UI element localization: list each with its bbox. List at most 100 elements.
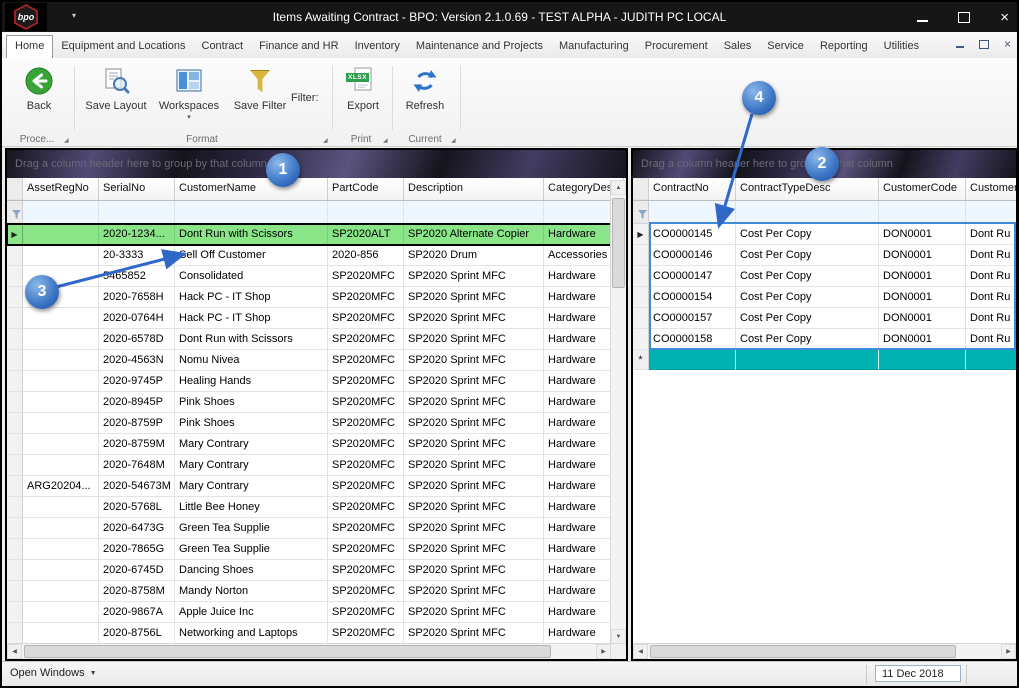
cell-partcode[interactable]: SP2020MFC bbox=[328, 266, 404, 287]
cell-serialno[interactable]: 5465852 bbox=[99, 266, 175, 287]
horizontal-scrollbar[interactable]: ◀ ▶ bbox=[633, 643, 1016, 659]
table-row[interactable]: ARG20204... 2020-54673M Mary Contrary SP202… bbox=[7, 476, 626, 497]
cell-customercode[interactable] bbox=[879, 350, 966, 370]
column-header-contracttypedesc[interactable]: ContractTypeDesc bbox=[736, 178, 879, 200]
cell-assetregno[interactable] bbox=[23, 581, 99, 602]
table-row[interactable]: CO0000146 Cost Per Copy DON0001 Dont Ru bbox=[633, 245, 1016, 266]
table-row[interactable]: ▶ 2020-1234... Dont Run with Scissors SP202… bbox=[7, 223, 626, 246]
table-row[interactable]: 2020-6745D Dancing Shoes SP2020MFC SP2020 S… bbox=[7, 560, 626, 581]
cell-customername[interactable]: Green Tea Supplie bbox=[175, 539, 328, 560]
close-button[interactable]: × bbox=[1000, 10, 1009, 25]
tab-service[interactable]: Service bbox=[759, 35, 812, 58]
back-button[interactable]: Back bbox=[12, 64, 66, 112]
table-row[interactable]: CO0000154 Cost Per Copy DON0001 Dont Ru bbox=[633, 287, 1016, 308]
cell-partcode[interactable]: 2020-856 bbox=[328, 245, 404, 266]
cell-customername[interactable]: Consolidated bbox=[175, 266, 328, 287]
vertical-scrollbar[interactable]: ▲ ▼ bbox=[610, 180, 626, 644]
scroll-right-icon[interactable]: ▶ bbox=[596, 644, 611, 659]
cell-description[interactable]: SP2020 Sprint MFC bbox=[404, 392, 544, 413]
cell-customercode[interactable]: DON0001 bbox=[879, 287, 966, 308]
cell-customercode[interactable]: DON0001 bbox=[879, 266, 966, 287]
cell-serialno[interactable]: 2020-8759M bbox=[99, 434, 175, 455]
cell-contractno[interactable]: CO0000158 bbox=[649, 329, 736, 350]
cell-description[interactable]: SP2020 Sprint MFC bbox=[404, 518, 544, 539]
cell-description[interactable]: SP2020 Sprint MFC bbox=[404, 560, 544, 581]
column-header-customer[interactable]: Customer bbox=[966, 178, 1016, 200]
cell-serialno[interactable]: 2020-9745P bbox=[99, 371, 175, 392]
cell-contracttypedesc[interactable]: Cost Per Copy bbox=[736, 329, 879, 350]
column-header-assetregno[interactable]: AssetRegNo bbox=[23, 178, 99, 200]
cell-description[interactable]: SP2020 Sprint MFC bbox=[404, 434, 544, 455]
cell-description[interactable]: SP2020 Sprint MFC bbox=[404, 371, 544, 392]
table-row[interactable]: 2020-7658H Hack PC - IT Shop SP2020MFC SP20… bbox=[7, 287, 626, 308]
filter-indicator-cell[interactable] bbox=[7, 201, 23, 223]
cell-customer[interactable]: Dont Ru bbox=[966, 308, 1016, 329]
cell-contracttypedesc[interactable]: Cost Per Copy bbox=[736, 266, 879, 287]
maximize-button[interactable] bbox=[958, 11, 971, 23]
ribbon-group-process[interactable]: Proce... bbox=[6, 134, 68, 145]
cell-customer[interactable]: Dont Ru bbox=[966, 224, 1016, 245]
cell-partcode[interactable]: SP2020MFC bbox=[328, 518, 404, 539]
tab-procurement[interactable]: Procurement bbox=[637, 35, 716, 58]
tab-reporting[interactable]: Reporting bbox=[812, 35, 876, 58]
cell-serialno[interactable]: 2020-8756L bbox=[99, 623, 175, 644]
table-row[interactable]: 5465852 Consolidated SP2020MFC SP2020 Sprin… bbox=[7, 266, 626, 287]
cell-customercode[interactable]: DON0001 bbox=[879, 308, 966, 329]
cell-partcode[interactable]: SP2020MFC bbox=[328, 350, 404, 371]
cell-partcode[interactable]: SP2020MFC bbox=[328, 413, 404, 434]
cell-serialno[interactable]: 2020-0764H bbox=[99, 308, 175, 329]
cell-customername[interactable]: Hack PC - IT Shop bbox=[175, 308, 328, 329]
cell-serialno[interactable]: 2020-8758M bbox=[99, 581, 175, 602]
cell-customername[interactable]: Hack PC - IT Shop bbox=[175, 287, 328, 308]
cell-customername[interactable]: Green Tea Supplie bbox=[175, 518, 328, 539]
cell-customername[interactable]: Pink Shoes bbox=[175, 392, 328, 413]
filter-cell-description[interactable] bbox=[404, 201, 544, 223]
cell-customername[interactable]: Mary Contrary bbox=[175, 434, 328, 455]
mdi-restore-button[interactable] bbox=[978, 39, 989, 49]
column-header-customername[interactable]: CustomerName bbox=[175, 178, 328, 200]
cell-partcode[interactable]: SP2020MFC bbox=[328, 287, 404, 308]
group-corner-icon[interactable]: ◢ bbox=[64, 137, 69, 144]
cell-customername[interactable]: Nomu Nivea bbox=[175, 350, 328, 371]
cell-serialno[interactable]: 2020-6473G bbox=[99, 518, 175, 539]
ribbon-group-format[interactable]: Format bbox=[76, 134, 328, 145]
cell-customername[interactable]: Little Bee Honey bbox=[175, 497, 328, 518]
table-row[interactable]: 2020-5768L Little Bee Honey SP2020MFC SP202… bbox=[7, 497, 626, 518]
cell-contractno[interactable]: CO0000146 bbox=[649, 245, 736, 266]
cell-contractno[interactable]: CO0000147 bbox=[649, 266, 736, 287]
cell-partcode[interactable]: SP2020MFC bbox=[328, 602, 404, 623]
filter-cell-customer[interactable] bbox=[966, 201, 1016, 223]
table-row[interactable]: ▶ CO0000145 Cost Per Copy DON0001 Dont Ru bbox=[633, 224, 1016, 245]
cell-assetregno[interactable]: ARG20204... bbox=[23, 476, 99, 497]
refresh-button[interactable]: Refresh bbox=[396, 64, 454, 112]
cell-customername[interactable]: Sell Off Customer bbox=[175, 245, 328, 266]
cell-description[interactable]: SP2020 Sprint MFC bbox=[404, 476, 544, 497]
cell-assetregno[interactable] bbox=[23, 518, 99, 539]
filter-cell-contractno[interactable] bbox=[649, 201, 736, 223]
cell-assetregno[interactable] bbox=[23, 371, 99, 392]
cell-serialno[interactable]: 2020-5768L bbox=[99, 497, 175, 518]
table-row[interactable]: 2020-0764H Hack PC - IT Shop SP2020MFC SP20… bbox=[7, 308, 626, 329]
open-windows-button[interactable]: Open Windows ▼ bbox=[10, 667, 97, 679]
cell-assetregno[interactable] bbox=[23, 560, 99, 581]
cell-description[interactable]: SP2020 Alternate Copier bbox=[404, 224, 544, 245]
column-header-serialno[interactable]: SerialNo bbox=[99, 178, 175, 200]
cell-partcode[interactable]: SP2020MFC bbox=[328, 623, 404, 644]
table-row[interactable]: CO0000147 Cost Per Copy DON0001 Dont Ru bbox=[633, 266, 1016, 287]
cell-customername[interactable]: Healing Hands bbox=[175, 371, 328, 392]
cell-customername[interactable]: Dont Run with Scissors bbox=[175, 329, 328, 350]
cell-description[interactable]: SP2020 Sprint MFC bbox=[404, 623, 544, 644]
mdi-minimize-button[interactable] bbox=[955, 46, 964, 48]
filter-indicator-cell[interactable] bbox=[633, 201, 649, 223]
column-header-customercode[interactable]: CustomerCode bbox=[879, 178, 966, 200]
cell-description[interactable]: SP2020 Sprint MFC bbox=[404, 539, 544, 560]
table-row[interactable]: 2020-7865G Green Tea Supplie SP2020MFC SP20… bbox=[7, 539, 626, 560]
filter-cell-serialno[interactable] bbox=[99, 201, 175, 223]
cell-customer[interactable] bbox=[966, 350, 1016, 370]
cell-serialno[interactable]: 2020-7658H bbox=[99, 287, 175, 308]
tab-equipment-and-locations[interactable]: Equipment and Locations bbox=[53, 35, 193, 58]
tab-inventory[interactable]: Inventory bbox=[347, 35, 408, 58]
cell-customer[interactable]: Dont Ru bbox=[966, 266, 1016, 287]
cell-description[interactable]: SP2020 Sprint MFC bbox=[404, 455, 544, 476]
table-row[interactable]: 2020-8759P Pink Shoes SP2020MFC SP2020 Spri… bbox=[7, 413, 626, 434]
